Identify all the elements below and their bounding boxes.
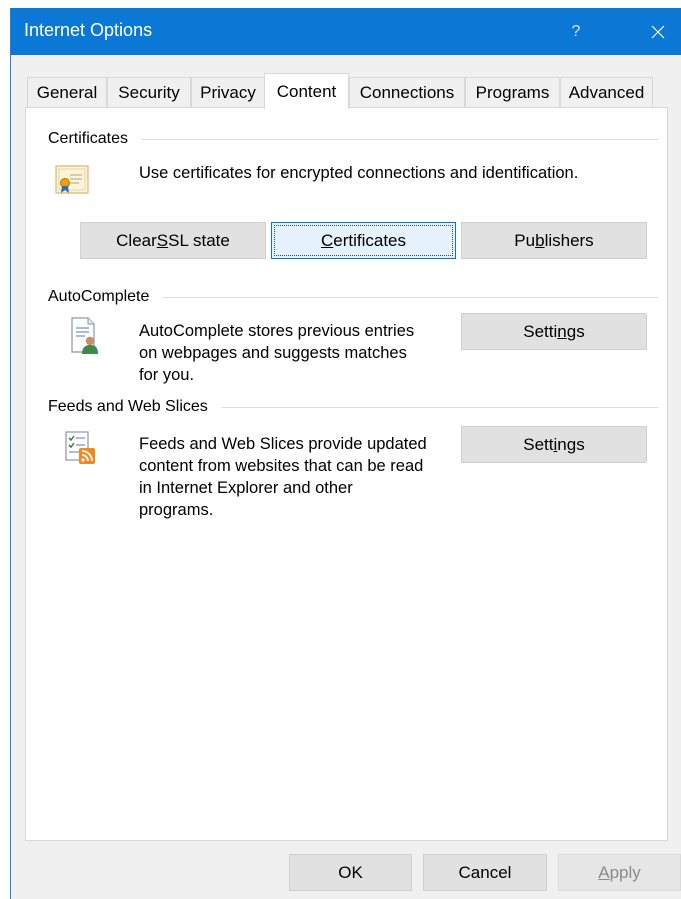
- button-label: OK: [338, 862, 363, 882]
- button-label: Cancel: [458, 862, 512, 882]
- group-divider: [163, 296, 658, 298]
- certificates-button[interactable]: Certificates: [271, 222, 456, 259]
- access-key: n: [557, 321, 567, 341]
- tab-general[interactable]: General: [27, 77, 107, 108]
- button-label-part: pply: [609, 862, 641, 882]
- certificates-description: Use certificates for encrypted connectio…: [139, 164, 579, 182]
- tab-label: Advanced: [568, 83, 645, 102]
- title-bar[interactable]: Internet Options ?: [11, 8, 681, 55]
- certificates-group-header: Certificates: [48, 130, 658, 148]
- cancel-button[interactable]: Cancel: [423, 854, 547, 891]
- tab-programs[interactable]: Programs: [465, 77, 560, 108]
- button-label-part: Setti: [523, 321, 558, 341]
- button-label-part: Sett: [523, 434, 554, 454]
- feeds-description: Feeds and Web Slices provide updated con…: [139, 433, 427, 521]
- access-key: b: [535, 230, 545, 250]
- description-line: on webpages and suggests matches: [139, 344, 407, 362]
- tab-label: General: [36, 83, 98, 102]
- tab-label: Content: [276, 81, 337, 101]
- window-title: Internet Options: [24, 20, 153, 40]
- description-line: in Internet Explorer and other: [139, 479, 353, 497]
- apply-button[interactable]: Apply: [558, 854, 681, 891]
- group-divider: [142, 138, 658, 140]
- access-key: A: [598, 862, 610, 882]
- help-icon: ?: [571, 22, 581, 40]
- description-line: for you.: [139, 366, 195, 384]
- publishers-button[interactable]: Pu b lishers: [461, 222, 647, 259]
- tab-privacy[interactable]: Privacy: [191, 77, 265, 108]
- tab-content[interactable]: Content: [264, 73, 349, 109]
- tab-label: Connections: [359, 83, 455, 102]
- certificates-header-label: Certificates: [48, 130, 129, 147]
- description-line: programs.: [139, 501, 214, 519]
- tab-advanced[interactable]: Advanced: [560, 77, 653, 108]
- tab-security[interactable]: Security: [107, 77, 191, 108]
- button-label-part: SL state: [168, 230, 230, 250]
- clear-ssl-state-button[interactable]: Clear S SL state: [80, 222, 266, 259]
- button-label-part: lishers: [544, 230, 594, 250]
- internet-options-window: Internet Options ? General Security Priv…: [10, 8, 681, 899]
- feeds-icon: [65, 431, 95, 464]
- autocomplete-description: AutoComplete stores previous entries on …: [139, 320, 414, 386]
- tab-connections[interactable]: Connections: [349, 77, 465, 108]
- description-line: AutoComplete stores previous entries: [139, 322, 415, 340]
- close-button[interactable]: [635, 8, 681, 55]
- tab-label: Security: [118, 83, 180, 102]
- description-line: Feeds and Web Slices provide updated: [139, 435, 427, 453]
- certificate-icon: [55, 165, 89, 194]
- tab-label: Programs: [475, 83, 550, 102]
- access-key: S: [156, 230, 169, 250]
- button-label-part: gs: [566, 321, 585, 341]
- button-label-part: Pu: [514, 230, 536, 250]
- autocomplete-group-header: AutoComplete: [48, 288, 658, 306]
- group-divider: [221, 406, 658, 408]
- ok-button[interactable]: OK: [289, 854, 412, 891]
- button-label-part: ngs: [557, 434, 585, 454]
- close-icon: [651, 25, 665, 38]
- help-button[interactable]: ?: [559, 8, 593, 55]
- feeds-header-label: Feeds and Web Slices: [48, 398, 208, 415]
- focus-ring: [274, 225, 453, 256]
- autocomplete-icon: [71, 317, 98, 354]
- autocomplete-header-label: AutoComplete: [48, 288, 150, 305]
- button-label-part: Clear: [116, 230, 157, 250]
- autocomplete-settings-button[interactable]: Setti n gs: [461, 313, 647, 350]
- feeds-settings-button[interactable]: Sett i ngs: [461, 426, 647, 463]
- tab-strip: General Security Privacy Content Connect…: [27, 73, 657, 109]
- feeds-group-header: Feeds and Web Slices: [48, 398, 658, 416]
- content-tab-panel: Certificates Use certificates for encryp…: [25, 107, 668, 841]
- tab-label: Privacy: [200, 83, 256, 102]
- description-line: content from websites that can be read: [139, 457, 424, 475]
